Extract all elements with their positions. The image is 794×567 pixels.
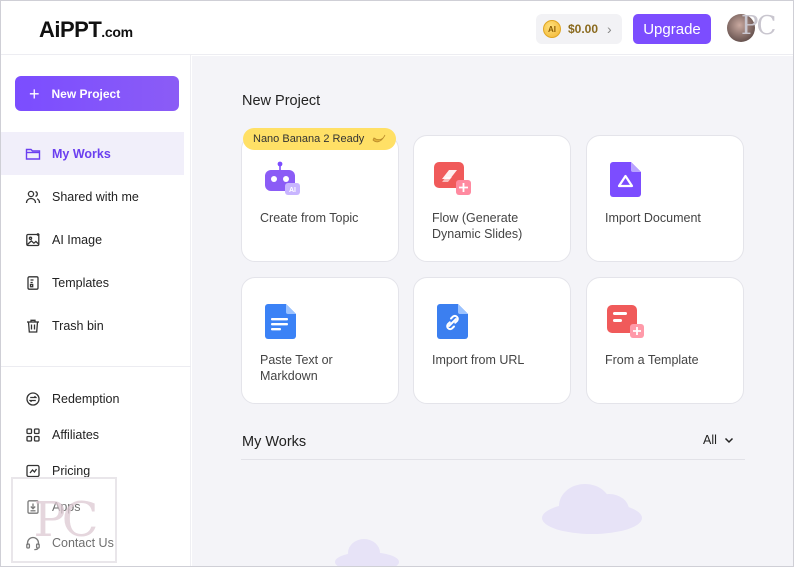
watermark-top: PC [741, 11, 776, 41]
card-label: Paste Text or Markdown [260, 353, 333, 383]
trash-icon [27, 319, 39, 333]
affiliates-icon [26, 428, 40, 442]
cloud-illustration-small [335, 539, 399, 566]
card-from-a-template[interactable]: From a Template [586, 277, 744, 404]
main-content: New Project Nano Banana 2 Ready AI Creat… [192, 56, 793, 566]
card-flow-generate-dynamic-slides[interactable]: Flow (Generate Dynamic Slides) [413, 135, 571, 262]
new-project-label: New Project [51, 86, 121, 101]
link-document-icon [437, 304, 468, 339]
sidebar-item-my-works[interactable]: My Works [1, 132, 184, 175]
users-icon [25, 190, 41, 203]
robot-ai-icon: AI [265, 161, 300, 195]
chevron-down-icon [724, 437, 733, 444]
banana-icon [372, 132, 386, 147]
sidebar-item-shared-with-me[interactable]: Shared with me [1, 175, 184, 218]
new-project-title: New Project [242, 93, 321, 109]
sidebar-item-label: Contact Us [52, 536, 114, 550]
sidebar-item-pricing[interactable]: Pricing [1, 453, 184, 489]
logo-main-text: AiPPT [39, 17, 102, 42]
card-label: Import from URL [432, 353, 525, 367]
sidebar-item-label: Templates [52, 275, 109, 290]
sidebar-item-label: Redemption [52, 392, 120, 406]
chevron-right-icon: › [607, 21, 612, 37]
works-divider [241, 459, 745, 460]
sidebar-item-contact-us[interactable]: Contact Us [1, 525, 184, 561]
sidebar-item-ai-image[interactable]: AI Image [1, 218, 184, 261]
sidebar: + New Project My Works Shared with me AI… [1, 55, 191, 566]
card-label: From a Template [605, 353, 699, 367]
my-works-title: My Works [242, 434, 307, 450]
card-label: Flow (Generate Dynamic Slides) [432, 211, 523, 241]
card-label: Create from Topic [260, 211, 359, 225]
card-import-document[interactable]: Import Document [586, 135, 744, 262]
sidebar-item-label: My Works [52, 146, 111, 161]
headset-icon [26, 536, 40, 551]
balance-value: $0.00 [568, 22, 599, 36]
balance-button[interactable]: AI $0.00 › [536, 14, 622, 44]
upgrade-button[interactable]: Upgrade [633, 14, 711, 44]
apps-icon [27, 500, 39, 514]
sidebar-item-label: AI Image [52, 232, 103, 247]
sidebar-item-redemption[interactable]: Redemption [1, 381, 184, 417]
redemption-icon [26, 392, 40, 406]
works-filter-dropdown[interactable]: All [703, 433, 735, 447]
sidebar-item-label: Pricing [52, 464, 91, 478]
sidebar-item-apps[interactable]: Apps [1, 489, 184, 525]
sidebar-item-label: Apps [52, 500, 81, 514]
flow-slides-icon [434, 162, 471, 195]
template-add-icon [607, 305, 644, 338]
card-create-from-topic[interactable]: AI Create from Topic [241, 135, 399, 262]
badge-label: Nano Banana 2 Ready [253, 133, 365, 145]
logo-suffix-text: .com [101, 24, 133, 40]
svg-text:AI: AI [289, 187, 296, 194]
document-import-icon [610, 162, 641, 197]
plus-icon: + [29, 83, 40, 104]
aippt-logo[interactable]: AiPPT .com [39, 17, 133, 42]
image-icon [26, 232, 40, 246]
card-label: Import Document [605, 211, 701, 225]
sidebar-item-label: Shared with me [52, 189, 139, 204]
text-document-icon [265, 304, 296, 339]
nano-banana-badge: Nano Banana 2 Ready [243, 128, 397, 150]
card-paste-text-or-markdown[interactable]: Paste Text or Markdown [241, 277, 399, 404]
cloud-illustration [542, 484, 642, 534]
template-icon [27, 275, 39, 290]
folder-icon [25, 148, 41, 160]
sidebar-item-label: Affiliates [52, 428, 100, 442]
card-import-from-url[interactable]: Import from URL [413, 277, 571, 404]
coin-icon: AI [543, 20, 561, 38]
app-header: AiPPT .com AI $0.00 › Upgrade PC [1, 1, 793, 55]
sidebar-item-label: Trash bin [52, 318, 104, 333]
sidebar-item-templates[interactable]: Templates [1, 261, 184, 304]
pricing-icon [26, 464, 40, 478]
sidebar-item-trash-bin[interactable]: Trash bin [1, 304, 184, 347]
sidebar-divider [1, 366, 191, 367]
filter-label: All [703, 433, 717, 447]
sidebar-item-affiliates[interactable]: Affiliates [1, 417, 184, 453]
new-project-button[interactable]: + New Project [15, 76, 179, 111]
